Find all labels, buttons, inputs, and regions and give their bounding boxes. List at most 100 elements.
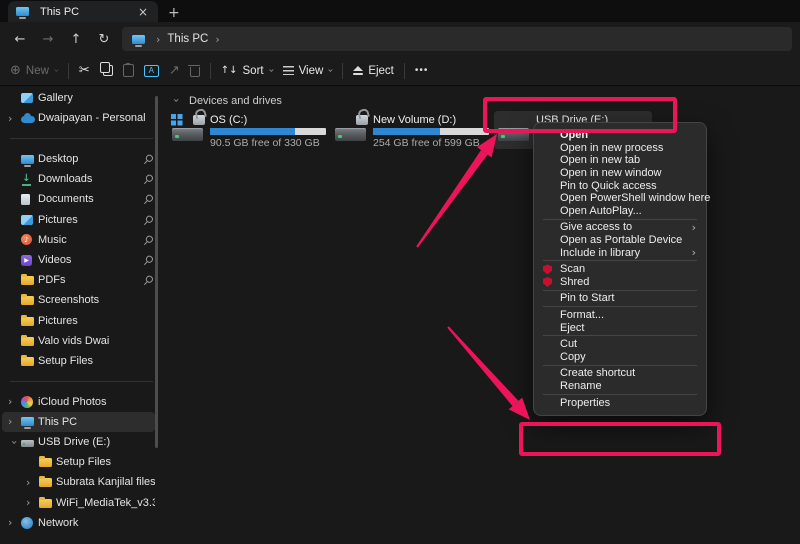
chevron-right-icon[interactable]: › (26, 496, 39, 509)
sidebar-item-pictures[interactable]: Pictures (2, 310, 155, 330)
more-options-button[interactable]: ••• (415, 65, 429, 76)
sidebar-item-usb-drive-e[interactable]: ›USB Drive (E:) (2, 432, 155, 452)
back-button[interactable]: ← (6, 32, 34, 47)
sidebar-item-documents[interactable]: Documents (2, 189, 155, 209)
sidebar-item-label: Setup Files (56, 456, 155, 468)
sidebar-item-icloud-photos[interactable]: › iCloud Photos (2, 392, 155, 412)
rename-button[interactable]: A (144, 65, 159, 77)
sidebar-scrollbar[interactable] (155, 96, 158, 448)
menu-item-give-access-to[interactable]: Give access to› (534, 221, 706, 234)
sidebar-item-subrata-kanjilal-files[interactable]: ›Subrata Kanjilal files (2, 472, 155, 492)
copy-button[interactable] (100, 65, 113, 76)
menu-item-open-as-portable-device[interactable]: Open as Portable Device (534, 234, 706, 247)
menu-item-eject[interactable]: Eject (534, 321, 706, 334)
chevron-down-icon: › (265, 69, 276, 73)
up-button[interactable]: ↑ (62, 32, 90, 47)
sidebar-item-label: iCloud Photos (38, 396, 155, 408)
sidebar-item-label: Music (38, 234, 143, 246)
submenu-arrow-icon: › (692, 246, 696, 259)
tab-this-pc[interactable]: This PC × (8, 1, 158, 22)
paste-button[interactable] (123, 64, 134, 77)
group-header[interactable]: › Devices and drives (163, 86, 800, 107)
sidebar-item-valo-vids-dwai[interactable]: Valo vids Dwai (2, 331, 155, 351)
sidebar-item-pictures[interactable]: Pictures (2, 210, 155, 230)
sidebar-item-wifi-mediatek-v3-3-0-350[interactable]: ›WiFi_MediaTek_v3.3.0.350 (2, 493, 155, 513)
chevron-right-icon[interactable]: › (8, 395, 21, 408)
menu-item-open-in-new-process[interactable]: Open in new process (534, 142, 706, 155)
chevron-right-icon[interactable]: › (26, 476, 39, 489)
menu-item-shred[interactable]: Shred (534, 276, 706, 289)
refresh-button[interactable]: ↻ (90, 32, 118, 47)
folder-icon (21, 295, 38, 305)
menu-item-open-in-new-window[interactable]: Open in new window (534, 167, 706, 180)
folder-icon (39, 498, 56, 508)
menu-item-open-in-new-tab[interactable]: Open in new tab (534, 154, 706, 167)
share-button[interactable]: ↗ (169, 63, 180, 78)
drive-icon (335, 113, 369, 143)
menu-item-format[interactable]: Format... (534, 309, 706, 322)
view-label: View (299, 65, 324, 77)
drive-icon (172, 113, 206, 143)
chevron-right-icon[interactable]: › (8, 516, 21, 529)
menu-item-properties[interactable]: Properties (534, 396, 706, 409)
sidebar-item-videos[interactable]: ▶Videos (2, 250, 155, 270)
drive-meta: New Volume (D:)254 GB free of 599 GB (373, 113, 489, 149)
sort-button[interactable]: ↑↓ Sort › (221, 65, 273, 77)
new-button[interactable]: ⊕ New › (10, 63, 58, 78)
delete-button[interactable] (190, 64, 200, 77)
sidebar-item-label: Downloads (38, 173, 143, 185)
menu-item-cut[interactable]: Cut (534, 338, 706, 351)
address-monitor-icon (132, 35, 149, 44)
menu-item-scan[interactable]: Scan (534, 263, 706, 276)
chevron-right-icon[interactable]: › (8, 415, 21, 428)
menu-item-include-in-library[interactable]: Include in library› (534, 246, 706, 259)
chevron-down-icon[interactable]: › (8, 436, 21, 449)
sidebar-separator (10, 381, 153, 382)
menu-item-create-shortcut[interactable]: Create shortcut (534, 367, 706, 380)
sidebar-item-pdfs[interactable]: PDFs (2, 270, 155, 290)
sidebar-item-dwaipayan-personal[interactable]: ›Dwaipayan - Personal (2, 108, 155, 128)
menu-item-open[interactable]: Open (534, 129, 706, 142)
tab-close-icon[interactable]: × (136, 6, 150, 18)
title-bar: This PC × + (0, 0, 800, 22)
sidebar-item-setup-files[interactable]: Setup Files (2, 351, 155, 371)
eject-icon (353, 66, 363, 74)
drive-usage-bar (373, 128, 489, 135)
menu-item-label: Properties (560, 397, 610, 409)
sidebar-item-music[interactable]: ♪Music (2, 230, 155, 250)
menu-item-open-autoplay[interactable]: Open AutoPlay... (534, 205, 706, 218)
forward-button[interactable]: → (34, 32, 62, 47)
sidebar-item-downloads[interactable]: ↓Downloads (2, 169, 155, 189)
menu-item-open-powershell-window-here[interactable]: Open PowerShell window here (534, 192, 706, 205)
breadcrumb-this-pc[interactable]: This PC (167, 33, 208, 45)
menu-separator (543, 306, 697, 307)
sidebar-item-label: Documents (38, 193, 143, 205)
menu-item-rename[interactable]: Rename (534, 380, 706, 393)
sidebar-item-screenshots[interactable]: Screenshots (2, 290, 155, 310)
toolbar-separator (210, 63, 211, 79)
eject-button[interactable]: Eject (353, 65, 394, 77)
sidebar-item-network[interactable]: ›Network (2, 513, 155, 533)
sidebar-item-gallery[interactable]: Gallery (2, 88, 155, 108)
breadcrumb-chevron-icon: › (215, 33, 219, 46)
drive-free-space: 90.5 GB free of 330 GB (210, 137, 326, 149)
sidebar-item-this-pc[interactable]: ›This PC (2, 412, 155, 432)
menu-item-copy[interactable]: Copy (534, 351, 706, 364)
sidebar-item-desktop[interactable]: Desktop (2, 149, 155, 169)
menu-item-label: Open PowerShell window here (560, 192, 710, 204)
cut-button[interactable]: ✂ (79, 63, 90, 78)
address-bar[interactable]: › This PC › (122, 27, 792, 51)
drive-icon (498, 113, 532, 143)
sidebar-item-setup-files[interactable]: Setup Files (2, 452, 155, 472)
menu-item-pin-to-quick-access[interactable]: Pin to Quick access (534, 179, 706, 192)
folder-icon (21, 356, 38, 366)
videos-icon: ▶ (21, 255, 38, 266)
drive-tile-new-volume-d[interactable]: New Volume (D:)254 GB free of 599 GB (331, 111, 489, 149)
menu-item-pin-to-start[interactable]: Pin to Start (534, 292, 706, 305)
view-button[interactable]: View › (283, 65, 333, 77)
drive-tile-os-c[interactable]: OS (C:)90.5 GB free of 330 GB (168, 111, 326, 149)
network-icon (21, 517, 38, 529)
copy-icon (103, 65, 113, 76)
new-tab-button[interactable]: + (168, 6, 180, 22)
chevron-right-icon[interactable]: › (8, 112, 21, 125)
